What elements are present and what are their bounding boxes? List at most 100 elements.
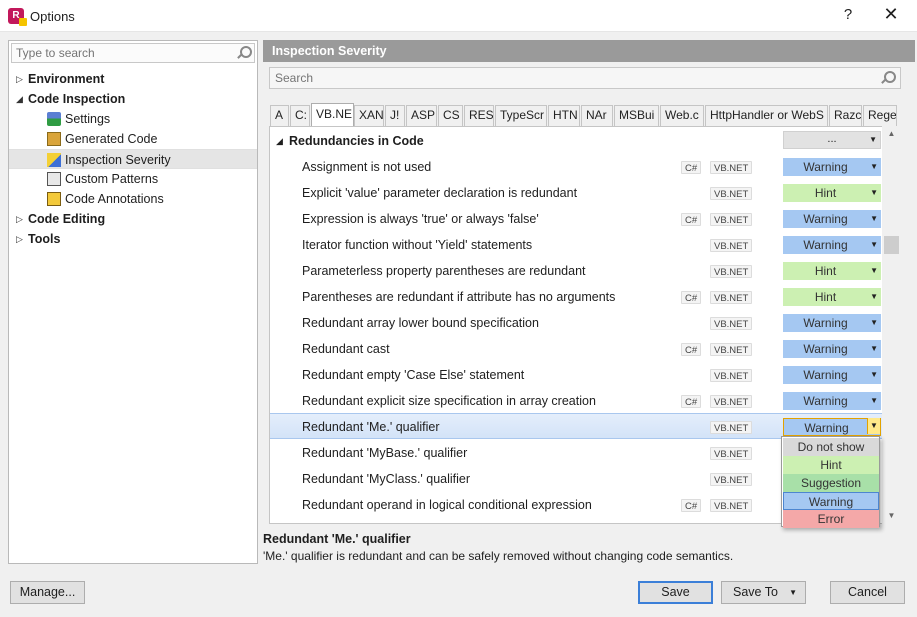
lang-badge-vb: VB.NET [710,317,753,330]
severity-dropdown[interactable]: Warning ▼ [783,210,881,228]
options-search-input[interactable] [12,44,222,62]
chevron-down-icon[interactable]: ▼ [789,582,797,603]
tree-item-custom-patterns[interactable]: Custom Patterns [9,169,257,189]
severity-value: Warning [803,316,848,330]
tab-all[interactable]: A [270,105,289,126]
help-button[interactable]: ? [838,6,858,23]
severity-dropdown-open[interactable]: Warning ▼ [783,418,881,436]
search-icon[interactable] [880,71,896,85]
tab-webconfig[interactable]: Web.c [660,105,704,126]
severity-dropdown[interactable]: Hint ▼ [783,288,881,306]
inspection-row[interactable]: Redundant empty 'Case Else' statement VB… [270,362,882,388]
inspection-row[interactable]: Parameterless property parentheses are r… [270,258,882,284]
tree-item-inspection-severity[interactable]: Inspection Severity [9,149,257,169]
options-tree: ▷ Environment ◢ Code Inspection Settings… [9,69,257,249]
inspection-row[interactable]: Iterator function without 'Yield' statem… [270,232,882,258]
tab-httphandler[interactable]: HttpHandler or WebS [705,105,828,126]
lang-badge-vb: VB.NET [710,187,753,200]
chevron-down-icon: ▼ [870,214,878,223]
scroll-thumb[interactable] [884,236,899,254]
severity-dropdown[interactable]: Warning ▼ [783,392,881,410]
tree-item-label: Code Inspection [28,92,126,106]
inspection-row[interactable]: Explicit 'value' parameter declaration i… [270,180,882,206]
collapse-arrow-icon[interactable]: ◢ [276,136,283,147]
severity-option-warning[interactable]: Warning [783,492,879,510]
tab-vbnet[interactable]: VB.NE [311,103,354,126]
tree-item-code-annotations[interactable]: Code Annotations [9,189,257,209]
tab-asp[interactable]: ASP [406,105,437,126]
severity-option-hint[interactable]: Hint [783,456,879,474]
close-button[interactable]: ✕ [880,4,902,25]
tab-res[interactable]: RES [464,105,494,126]
tab-html[interactable]: HTN [548,105,580,126]
lang-badge-cs: C# [681,291,702,304]
tab-msbuild[interactable]: MSBui [614,105,659,126]
severity-option-error[interactable]: Error [783,510,879,528]
tree-item-environment[interactable]: ▷ Environment [9,69,257,89]
inspection-row[interactable]: Expression is always 'true' or always 'f… [270,206,882,232]
scroll-down-icon[interactable]: ▼ [882,508,901,524]
chevron-down-icon: ▼ [870,188,878,197]
inspection-label: Redundant operand in logical conditional… [302,498,592,512]
severity-dropdown[interactable]: Warning ▼ [783,158,881,176]
tab-xaml[interactable]: XAN [354,105,384,126]
scroll-up-icon[interactable]: ▲ [882,126,901,142]
tab-c[interactable]: C: [290,105,310,126]
chevron-down-icon: ▼ [870,240,878,249]
tab-razor[interactable]: Razc [829,105,862,126]
inspection-label: Redundant array lower bound specificatio… [302,316,539,330]
inspection-label: Parentheses are redundant if attribute h… [302,290,616,304]
tab-regex[interactable]: Rege [863,105,897,126]
severity-dropdown[interactable]: Warning ▼ [783,366,881,384]
inspection-label: Parameterless property parentheses are r… [302,264,586,278]
severity-option-do-not-show[interactable]: Do not show [783,438,879,456]
vertical-scrollbar[interactable]: ▲ ▼ [882,126,901,524]
inspection-row[interactable]: Parentheses are redundant if attribute h… [270,284,882,310]
save-to-button[interactable]: Save To ▼ [721,581,806,604]
save-button[interactable]: Save [638,581,713,604]
severity-dropdown[interactable]: Hint ▼ [783,262,881,280]
inspection-search-input[interactable] [270,68,860,88]
tree-item-generated-code[interactable]: Generated Code [9,129,257,149]
severity-option-suggestion[interactable]: Suggestion [783,474,879,492]
tree-item-label: Custom Patterns [65,172,159,186]
cancel-button[interactable]: Cancel [830,581,905,604]
options-search-box[interactable] [11,43,255,63]
severity-dropdown[interactable]: Warning ▼ [783,314,881,332]
severity-dropdown[interactable]: Hint ▼ [783,184,881,202]
lang-badge-cs: C# [681,499,702,512]
severity-dropdown[interactable]: Warning ▼ [783,340,881,358]
expand-arrow-icon[interactable]: ▷ [16,69,26,89]
severity-value: Hint [814,264,837,278]
group-severity-value: ... [827,133,837,145]
lang-badge-cs: C# [681,213,702,226]
tab-js[interactable]: J! [385,105,405,126]
lang-badge-vb: VB.NET [710,499,753,512]
inspection-row[interactable]: Redundant explicit size specification in… [270,388,882,414]
inspection-search-box[interactable] [269,67,901,89]
tree-item-code-editing[interactable]: ▷ Code Editing [9,209,257,229]
tab-typescript[interactable]: TypeScr [495,105,547,126]
search-icon[interactable] [236,46,252,60]
chevron-down-icon: ▼ [870,162,878,171]
tree-item-tools[interactable]: ▷ Tools [9,229,257,249]
severity-dropdown[interactable]: Warning ▼ [783,236,881,254]
group-severity-selector[interactable]: ... ▼ [783,131,881,149]
group-row[interactable]: ◢ Redundancies in Code ... ▼ [270,130,882,154]
collapse-arrow-icon[interactable]: ◢ [16,89,26,109]
tree-item-code-inspection[interactable]: ◢ Code Inspection [9,89,257,109]
tree-item-settings[interactable]: Settings [9,109,257,129]
chevron-down-icon[interactable]: ▼ [867,418,880,434]
expand-arrow-icon[interactable]: ▷ [16,229,26,249]
severity-value: Hint [814,290,837,304]
tab-cs[interactable]: CS [438,105,463,126]
inspection-row[interactable]: Redundant cast C# VB.NET Warning ▼ [270,336,882,362]
manage-button[interactable]: Manage... [10,581,85,604]
expand-arrow-icon[interactable]: ▷ [16,209,26,229]
inspection-row[interactable]: Redundant array lower bound specificatio… [270,310,882,336]
tree-item-label: Inspection Severity [65,153,171,167]
inspection-label: Redundant 'Me.' qualifier [302,420,440,434]
inspection-row[interactable]: Assignment is not used C# VB.NET Warning… [270,154,882,180]
severity-value: Hint [814,186,837,200]
tab-nant[interactable]: NAr [581,105,613,126]
